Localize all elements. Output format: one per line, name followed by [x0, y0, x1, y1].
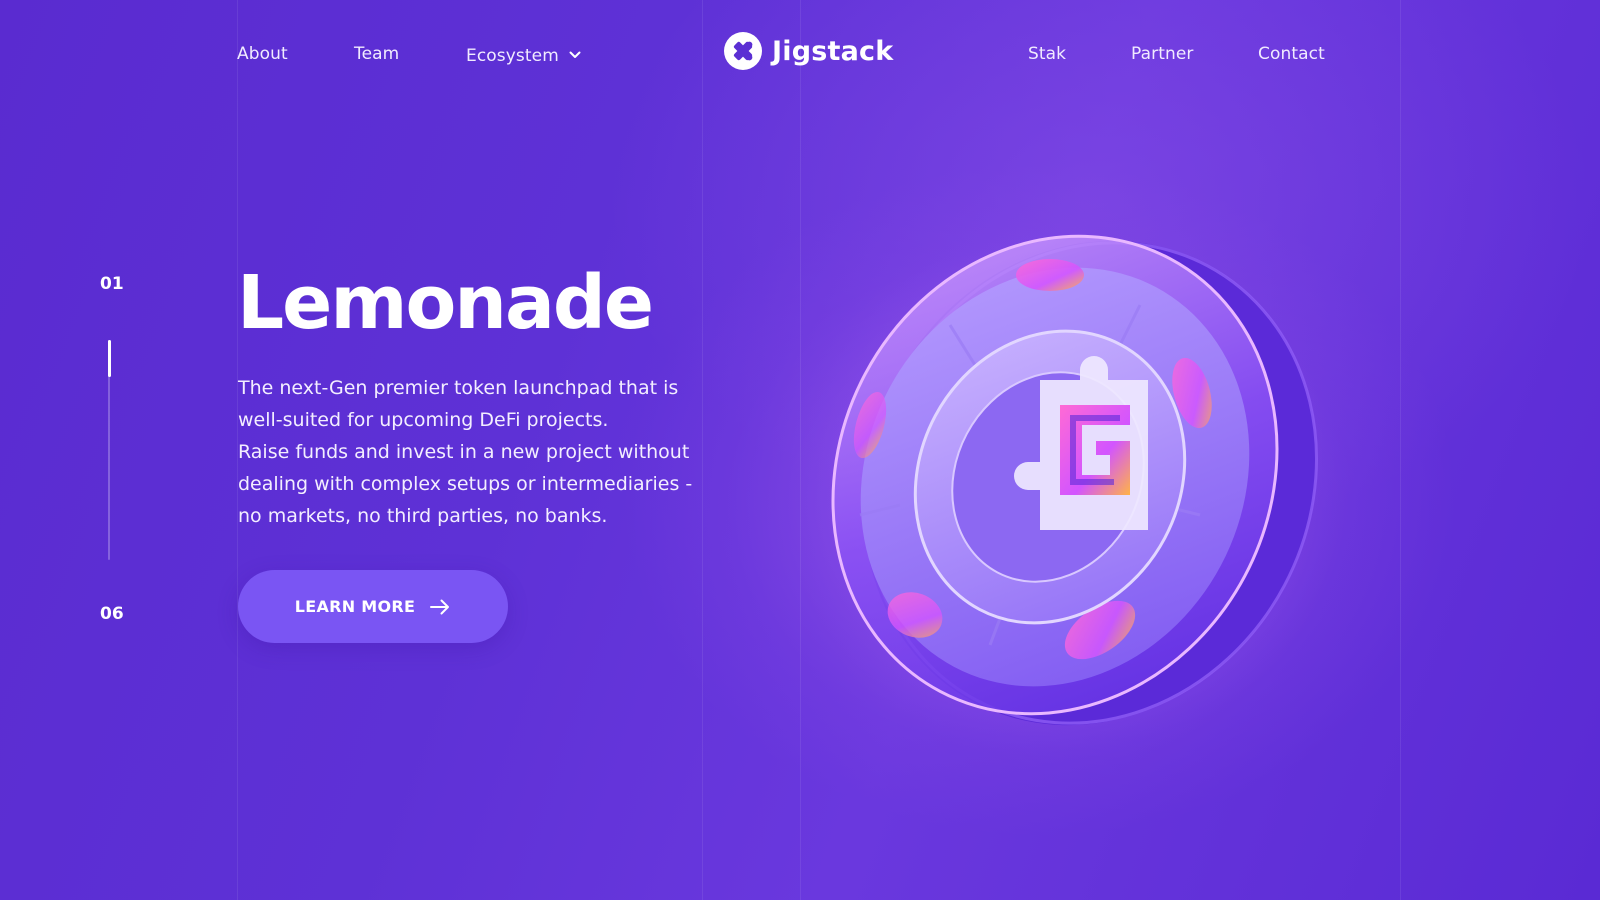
token-coin-illustration: [780, 215, 1360, 779]
nav-link-ecosystem[interactable]: Ecosystem: [466, 44, 581, 66]
grid-line: [1400, 0, 1401, 900]
hero-description: The next-Gen premier token launchpad tha…: [238, 372, 708, 532]
chevron-down-icon: [569, 44, 581, 64]
slide-counter-total: 06: [100, 604, 124, 624]
learn-more-label: LEARN MORE: [294, 597, 416, 616]
nav-link-contact[interactable]: Contact: [1258, 44, 1325, 64]
arrow-right-icon: [429, 599, 451, 615]
learn-more-button[interactable]: LEARN MORE: [238, 570, 508, 643]
nav-link-partner[interactable]: Partner: [1131, 44, 1193, 64]
nav-link-about[interactable]: About: [237, 44, 288, 64]
slide-progress-indicator: [107, 340, 111, 377]
brand-name: Jigstack: [772, 35, 894, 67]
slide-progress-track[interactable]: [107, 340, 111, 560]
hero-description-line: Raise funds and invest in a new project …: [238, 441, 693, 527]
slide-counter-current: 01: [100, 274, 124, 294]
puzzle-icon: [724, 32, 762, 70]
nav-link-team[interactable]: Team: [354, 44, 399, 64]
brand-logo[interactable]: Jigstack: [724, 32, 893, 70]
nav-link-stak[interactable]: Stak: [1028, 44, 1066, 64]
hero-description-line: The next-Gen premier token launchpad tha…: [238, 377, 679, 431]
hero-title: Lemonade: [237, 260, 654, 346]
nav-link-ecosystem-label: Ecosystem: [466, 46, 559, 66]
